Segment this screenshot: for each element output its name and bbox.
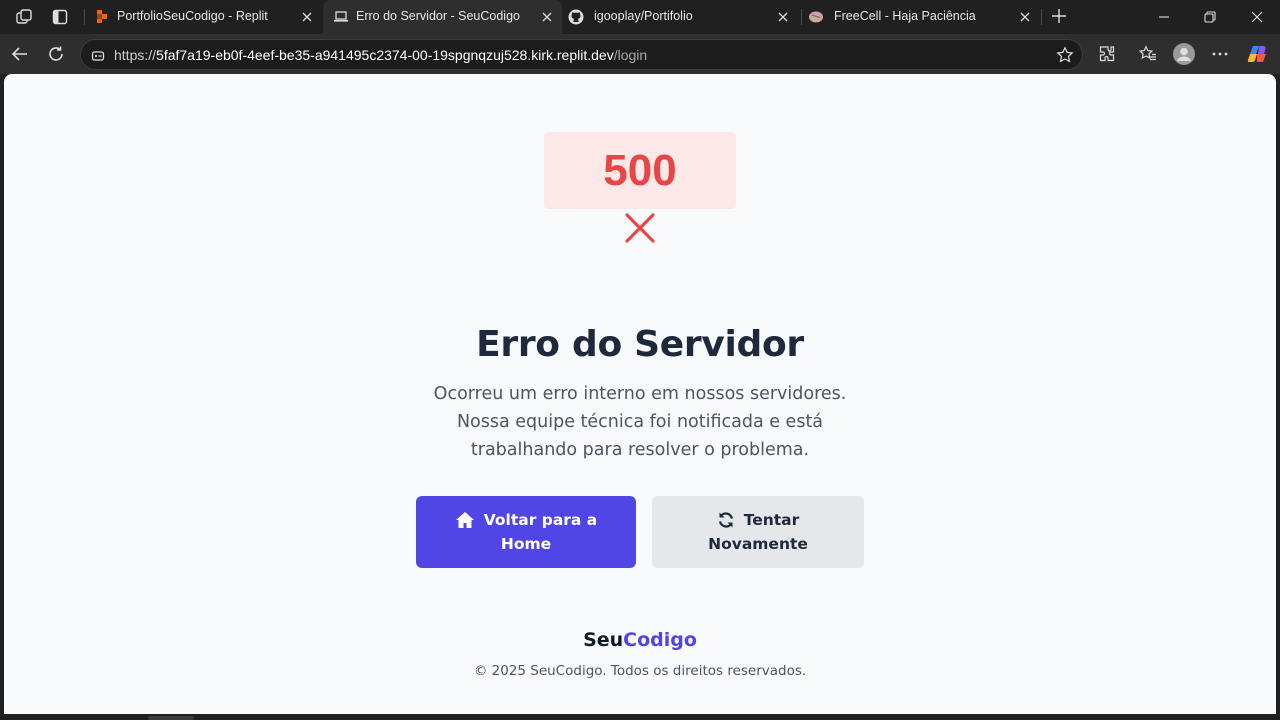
back-home-label-line2: Home <box>500 535 552 553</box>
profile-avatar[interactable] <box>1172 42 1196 66</box>
laptop-icon <box>333 9 349 25</box>
address-toolbar: https://5faf7a19-eb0f-4eef-be35-a941495c… <box>0 34 1280 74</box>
back-home-label-line1: Voltar para a <box>483 511 598 529</box>
restore-icon[interactable] <box>1198 6 1222 28</box>
replit-icon <box>94 9 110 25</box>
minimize-icon[interactable] <box>1152 6 1176 28</box>
url-text: https://5faf7a19-eb0f-4eef-be35-a941495c… <box>114 47 647 63</box>
tab-title: Erro do Servidor - SeuCodigo <box>356 9 520 23</box>
url-path: /login <box>613 47 648 63</box>
error-code: 500 <box>603 145 677 195</box>
retry-label-line2: Novamente <box>708 535 808 553</box>
new-tab-icon[interactable] <box>1048 5 1070 27</box>
horizontal-scroll-indicator <box>148 716 194 720</box>
url-scheme: https:// <box>114 47 157 63</box>
back-home-button[interactable]: Voltar para a Home <box>416 496 636 568</box>
footer-logo[interactable]: SeuCodigo <box>4 629 1276 651</box>
tab-title: FreeCell - Haja Paciência <box>834 9 976 23</box>
tab-github[interactable]: igooplay/Portifolio <box>562 0 800 34</box>
retry-label-line1: Tentar <box>743 511 800 529</box>
close-tab-icon[interactable] <box>774 8 792 26</box>
back-icon[interactable] <box>8 42 32 66</box>
tab-title: igooplay/Portifolio <box>594 9 693 23</box>
extensions-icon[interactable] <box>1095 42 1119 66</box>
refresh-icon <box>718 512 733 528</box>
tab-title: PortfolioSeuCodigo - Replit <box>117 9 268 23</box>
close-tab-icon[interactable] <box>1016 8 1034 26</box>
workspaces-icon[interactable] <box>13 6 35 28</box>
more-options-icon[interactable] <box>1208 42 1232 66</box>
close-tab-icon[interactable] <box>538 8 556 26</box>
reload-icon[interactable] <box>44 42 68 66</box>
brand-part1: Seu <box>583 629 624 651</box>
brand-part2: Codigo <box>623 629 697 651</box>
error-code-badge: 500 <box>544 132 736 209</box>
github-icon <box>568 9 584 25</box>
retry-button[interactable]: Tentar Novamente <box>652 496 864 568</box>
copyright-text: © 2025 SeuCodigo. Todos os direitos rese… <box>473 663 807 679</box>
page-title: Erro do Servidor <box>476 324 804 365</box>
tab-portfolio-replit[interactable]: PortfolioSeuCodigo - Replit <box>84 0 322 34</box>
favorites-icon[interactable] <box>1136 42 1160 66</box>
close-window-icon[interactable] <box>1245 6 1269 28</box>
error-x-icon <box>625 213 655 243</box>
tab-freecell[interactable]: FreeCell - Haja Paciência <box>802 0 1040 34</box>
tab-erro-servidor[interactable]: Erro do Servidor - SeuCodigo <box>323 0 562 34</box>
vertical-tabs-icon[interactable] <box>49 6 71 28</box>
brain-icon <box>808 9 824 25</box>
favorite-star-icon[interactable] <box>1056 46 1074 64</box>
page-viewport: 500 Erro do Servidor Ocorreu um erro int… <box>4 74 1276 714</box>
error-description: Ocorreu um erro interno em nossos servid… <box>433 384 847 460</box>
url-host: 5faf7a19-eb0f-4eef-be35-a941495c2374-00-… <box>156 47 614 63</box>
site-info-icon[interactable] <box>90 47 106 63</box>
tab-bar: PortfolioSeuCodigo - Replit Erro do Serv… <box>0 0 1280 34</box>
home-icon <box>455 512 474 528</box>
address-bar[interactable]: https://5faf7a19-eb0f-4eef-be35-a941495c… <box>80 39 1083 70</box>
copilot-icon[interactable] <box>1246 42 1270 66</box>
close-tab-icon[interactable] <box>298 8 316 26</box>
